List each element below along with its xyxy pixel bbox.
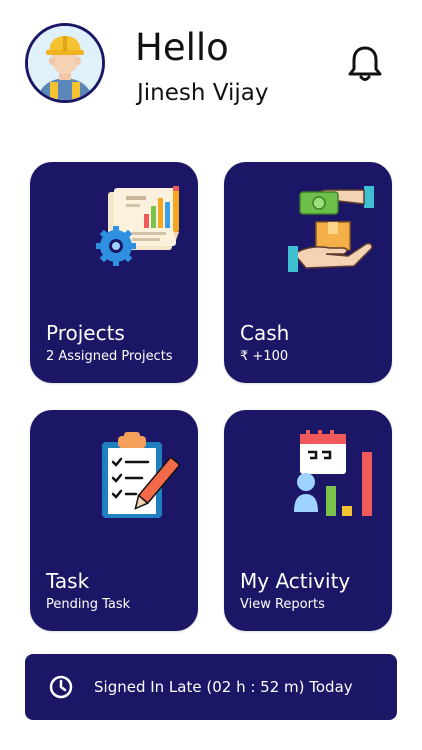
activity-chart-icon (286, 430, 380, 522)
bell-icon[interactable] (344, 42, 386, 84)
clipboard-task-icon (100, 432, 180, 522)
clock-icon (49, 675, 73, 699)
card-subtitle: Pending Task (46, 597, 131, 612)
projects-card[interactable]: Projects 2 Assigned Projects (30, 162, 198, 383)
card-title: Cash (240, 321, 290, 345)
projects-report-icon (96, 186, 182, 270)
header: Hello Jinesh Vijay (0, 0, 422, 130)
activity-card[interactable]: My Activity View Reports (224, 410, 392, 631)
card-title: Task (46, 569, 90, 593)
task-card[interactable]: Task Pending Task (30, 410, 198, 631)
user-name: Jinesh Vijay (137, 80, 269, 106)
card-subtitle: ₹ +100 (240, 349, 289, 364)
cash-hand-icon (286, 184, 378, 274)
avatar[interactable] (25, 23, 105, 103)
greeting-text: Hello (135, 26, 229, 69)
card-title: Projects (46, 321, 125, 345)
status-text: Signed In Late (02 h : 52 m) Today (94, 678, 353, 696)
construction-worker-avatar-icon (28, 26, 102, 100)
card-title: My Activity (240, 569, 351, 593)
sign-in-status-bar[interactable]: Signed In Late (02 h : 52 m) Today (25, 654, 397, 720)
cash-card[interactable]: Cash ₹ +100 (224, 162, 392, 383)
card-subtitle: View Reports (240, 597, 325, 612)
card-subtitle: 2 Assigned Projects (46, 349, 173, 364)
